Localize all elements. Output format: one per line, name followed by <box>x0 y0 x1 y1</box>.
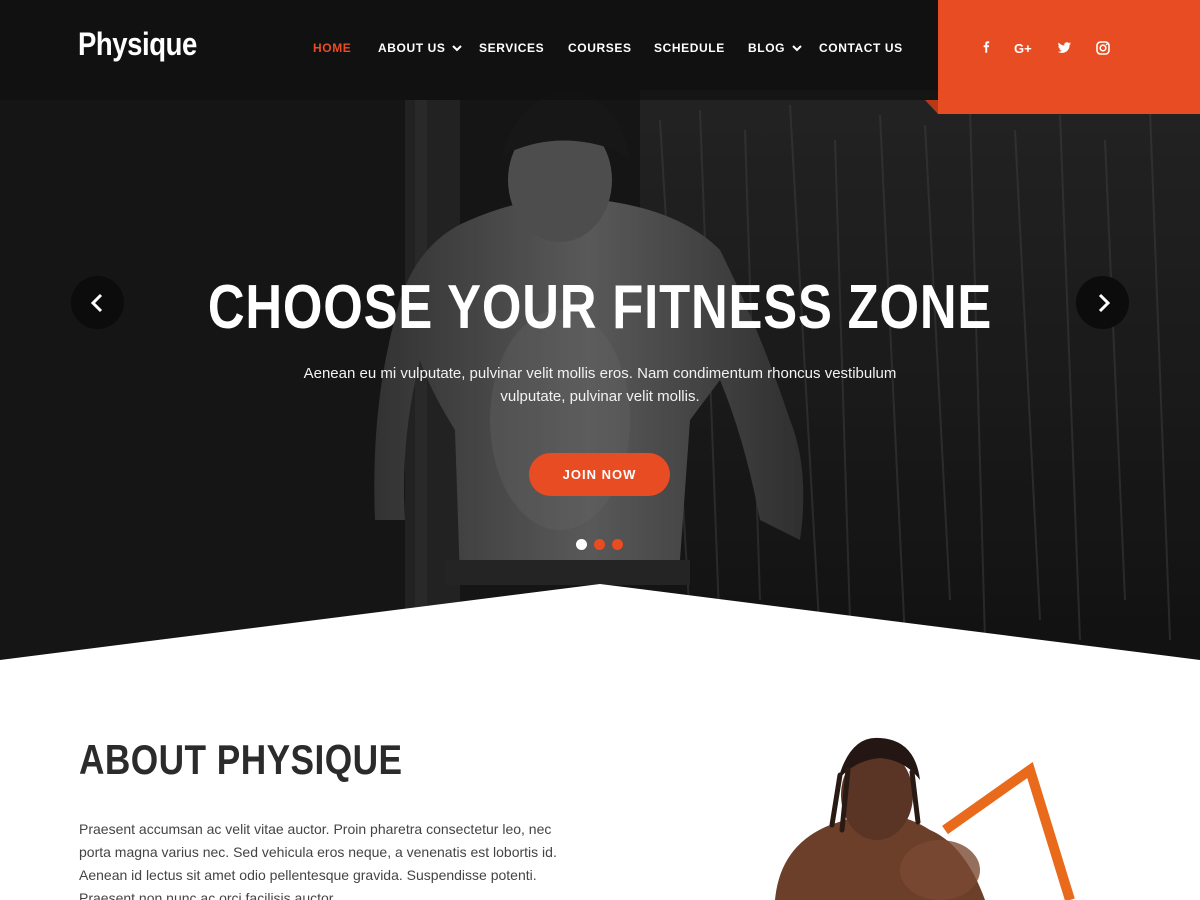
nav-item-about-us[interactable]: ABOUT US <box>378 41 445 55</box>
nav-item-services[interactable]: SERVICES <box>479 41 544 55</box>
twitter-icon[interactable] <box>1056 40 1072 56</box>
slide-dot-1[interactable] <box>576 539 587 550</box>
about-text: Praesent accumsan ac velit vitae auctor.… <box>79 821 557 900</box>
social-links-panel: G+ <box>938 0 1200 114</box>
nav-item-schedule[interactable]: SCHEDULE <box>654 41 725 55</box>
chevron-left-icon <box>90 293 103 313</box>
hero-description: Aenean eu mi vulputate, pulvinar velit m… <box>303 365 897 405</box>
slide-dot-3[interactable] <box>612 539 623 550</box>
svg-text:G+: G+ <box>1014 41 1032 56</box>
chevron-down-icon[interactable] <box>791 42 803 54</box>
google-plus-icon[interactable]: G+ <box>1014 40 1036 56</box>
about-image <box>775 737 1075 900</box>
join-now-button[interactable]: JOIN NOW <box>529 453 670 496</box>
next-slide-button[interactable] <box>1076 276 1129 329</box>
prev-slide-button[interactable] <box>71 276 124 329</box>
hero-divider <box>0 584 1200 664</box>
slide-dot-2[interactable] <box>594 539 605 550</box>
hero-title: CHOOSE YOUR FITNESS ZONE <box>207 273 993 342</box>
chevron-right-icon <box>1098 293 1111 313</box>
instagram-icon[interactable] <box>1095 40 1111 56</box>
nav-item-home[interactable]: HOME <box>313 41 351 55</box>
facebook-icon[interactable] <box>978 40 994 56</box>
nav-item-blog[interactable]: BLOG <box>748 41 785 55</box>
chevron-down-icon[interactable] <box>451 42 463 54</box>
header: Physique HOME ABOUT US SERVICES COURSES … <box>0 0 938 100</box>
social-panel-notch <box>925 100 938 114</box>
nav-item-contact-us[interactable]: CONTACT US <box>819 41 903 55</box>
nav-item-courses[interactable]: COURSES <box>568 41 632 55</box>
about-title: ABOUT PHYSIQUE <box>79 736 403 783</box>
site-logo[interactable]: Physique <box>78 26 197 63</box>
